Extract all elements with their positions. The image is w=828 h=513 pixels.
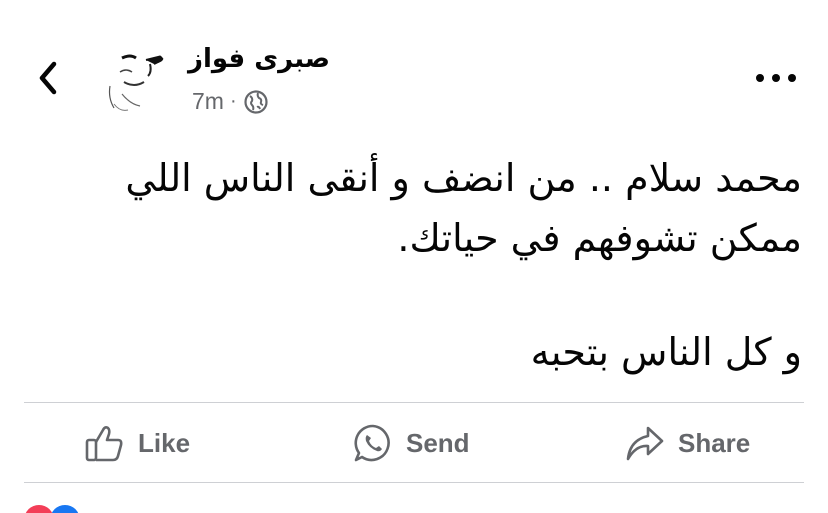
more-dot: [756, 74, 764, 82]
avatar[interactable]: [100, 46, 172, 118]
like-button[interactable]: Like: [84, 418, 190, 468]
share-arrow-icon: [626, 426, 664, 461]
divider: [24, 402, 804, 403]
author-name[interactable]: صبرى فواز: [188, 44, 330, 74]
post-timestamp[interactable]: 7m: [192, 88, 224, 115]
more-dot: [772, 74, 780, 82]
like-reaction-icon: [50, 505, 80, 513]
thumbs-up-icon: [85, 426, 123, 462]
post-text-line: و كل الناس بتحبه: [530, 330, 802, 374]
divider: [24, 482, 804, 483]
globe-icon[interactable]: [243, 89, 269, 115]
reaction-summary[interactable]: [24, 505, 80, 513]
love-reaction-icon: [24, 505, 54, 513]
post-text-line: ممكن تشوفهم في حياتك.: [397, 216, 802, 260]
more-dot: [788, 74, 796, 82]
post-meta: 7m ·: [192, 88, 269, 115]
whatsapp-icon: [354, 424, 390, 462]
send-label: Send: [406, 427, 470, 458]
avatar-sketch-icon: [108, 54, 164, 111]
send-button[interactable]: Send: [352, 418, 470, 468]
post-text: محمد سلام .. من انضف و أنقى الناس اللي م…: [62, 148, 802, 382]
like-label: Like: [138, 427, 191, 458]
post-text-line: محمد سلام .. من انضف و أنقى الناس اللي: [125, 156, 802, 200]
share-label: Share: [678, 427, 751, 458]
meta-separator: ·: [229, 90, 237, 112]
more-options-button[interactable]: [756, 66, 796, 90]
share-button[interactable]: Share: [624, 418, 750, 468]
back-button[interactable]: [30, 58, 66, 98]
chevron-left-icon: [39, 61, 57, 95]
